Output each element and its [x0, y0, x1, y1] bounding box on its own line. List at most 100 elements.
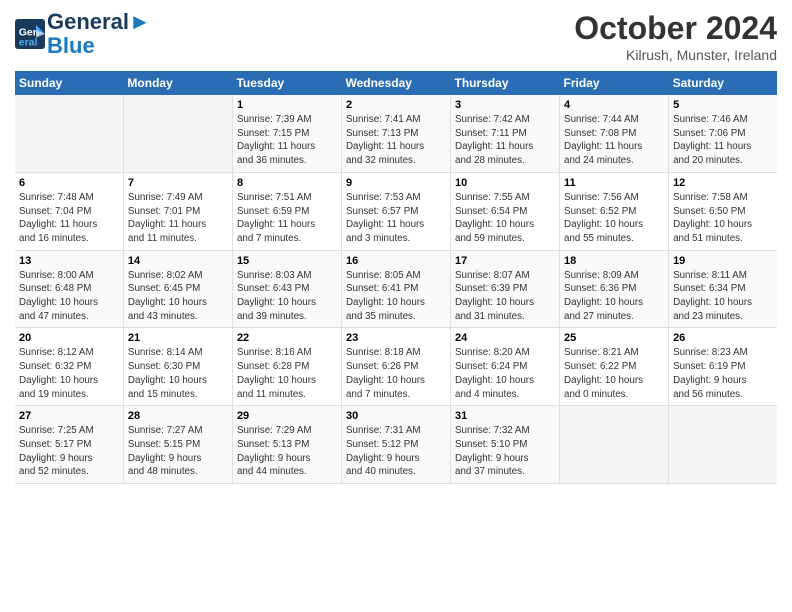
column-header-friday: Friday	[560, 71, 669, 95]
calendar-cell: 14 Sunrise: 8:02 AM Sunset: 6:45 PM Dayli…	[123, 250, 232, 328]
day-number: 22	[237, 332, 337, 344]
cell-content: Sunrise: 7:53 AM Sunset: 6:57 PM Dayligh…	[346, 191, 446, 246]
day-number: 28	[128, 410, 228, 422]
calendar-cell: 16Sunrise: 8:05 AM Sunset: 6:41 PM Dayli…	[341, 250, 450, 328]
day-number: 12	[673, 177, 773, 189]
cell-content: Sunrise: 8:14 AM Sunset: 6:30 PM Dayligh…	[128, 346, 228, 401]
day-number: 29	[237, 410, 337, 422]
cell-content: Sunrise: 7:49 AM Sunset: 7:01 PM Dayligh…	[128, 191, 228, 246]
calendar-cell: 18 Sunrise: 8:09 AM Sunset: 6:36 PM Dayli…	[560, 250, 669, 328]
calendar-cell: 19 Sunrise: 8:11 AM Sunset: 6:34 PM Dayli…	[669, 250, 777, 328]
calendar-table: SundayMondayTuesdayWednesdayThursdayFrid…	[15, 71, 777, 484]
cell-content: Sunrise: 8:09 AM Sunset: 6:36 PM Dayligh…	[564, 269, 664, 324]
calendar-cell: 10Sunrise: 7:55 AM Sunset: 6:54 PM Dayli…	[451, 172, 560, 250]
cell-content: Sunrise: 7:58 AM Sunset: 6:50 PM Dayligh…	[673, 191, 773, 246]
day-number: 30	[346, 410, 446, 422]
cell-content: Sunrise: 8:00 AM Sunset: 6:48 PM Dayligh…	[19, 269, 119, 324]
calendar-week-1: 1 Sunrise: 7:39 AM Sunset: 7:15 PM Daylig…	[15, 95, 777, 172]
day-number: 1	[237, 99, 337, 111]
cell-content: Sunrise: 7:46 AM Sunset: 7:06 PM Dayligh…	[673, 113, 773, 168]
cell-content: Sunrise: 7:41 AM Sunset: 7:13 PM Dayligh…	[346, 113, 446, 168]
title-section: October 2024 Kilrush, Munster, Ireland	[574, 10, 777, 63]
day-number: 17	[455, 255, 555, 267]
day-number: 11	[564, 177, 664, 189]
calendar-cell: 22 Sunrise: 8:16 AM Sunset: 6:28 PM Dayli…	[232, 328, 341, 406]
cell-content: Sunrise: 8:18 AM Sunset: 6:26 PM Dayligh…	[346, 346, 446, 401]
calendar-cell: 2 Sunrise: 7:41 AM Sunset: 7:13 PM Daylig…	[341, 95, 450, 172]
day-number: 31	[455, 410, 555, 422]
day-number: 26	[673, 332, 773, 344]
calendar-cell: 24 Sunrise: 8:20 AM Sunset: 6:24 PM Dayli…	[451, 328, 560, 406]
column-header-saturday: Saturday	[669, 71, 777, 95]
day-number: 13	[19, 255, 119, 267]
calendar-week-2: 6Sunrise: 7:48 AM Sunset: 7:04 PM Daylig…	[15, 172, 777, 250]
svg-text:eral: eral	[19, 36, 38, 48]
month-title: October 2024	[574, 10, 777, 47]
cell-content: Sunrise: 8:07 AM Sunset: 6:39 PM Dayligh…	[455, 269, 555, 324]
day-number: 25	[564, 332, 664, 344]
column-header-sunday: Sunday	[15, 71, 123, 95]
calendar-cell: 8 Sunrise: 7:51 AM Sunset: 6:59 PM Daylig…	[232, 172, 341, 250]
calendar-cell: 25 Sunrise: 8:21 AM Sunset: 6:22 PM Dayli…	[560, 328, 669, 406]
day-number: 15	[237, 255, 337, 267]
calendar-cell	[15, 95, 123, 172]
calendar-cell: 4Sunrise: 7:44 AM Sunset: 7:08 PM Daylig…	[560, 95, 669, 172]
calendar-cell: 26 Sunrise: 8:23 AM Sunset: 6:19 PM Dayli…	[669, 328, 777, 406]
calendar-week-3: 13 Sunrise: 8:00 AM Sunset: 6:48 PM Dayli…	[15, 250, 777, 328]
cell-content: Sunrise: 7:42 AM Sunset: 7:11 PM Dayligh…	[455, 113, 555, 168]
cell-content: Sunrise: 8:03 AM Sunset: 6:43 PM Dayligh…	[237, 269, 337, 324]
cell-content: Sunrise: 7:48 AM Sunset: 7:04 PM Dayligh…	[19, 191, 119, 246]
day-number: 8	[237, 177, 337, 189]
cell-content: Sunrise: 8:23 AM Sunset: 6:19 PM Dayligh…	[673, 346, 773, 401]
calendar-week-5: 27Sunrise: 7:25 AM Sunset: 5:17 PM Dayli…	[15, 406, 777, 484]
day-number: 19	[673, 255, 773, 267]
calendar-cell: 15 Sunrise: 8:03 AM Sunset: 6:43 PM Dayli…	[232, 250, 341, 328]
day-number: 27	[19, 410, 119, 422]
calendar-cell	[123, 95, 232, 172]
calendar-cell	[669, 406, 777, 484]
calendar-cell: 27Sunrise: 7:25 AM Sunset: 5:17 PM Dayli…	[15, 406, 123, 484]
calendar-cell: 7 Sunrise: 7:49 AM Sunset: 7:01 PM Daylig…	[123, 172, 232, 250]
calendar-cell: 6Sunrise: 7:48 AM Sunset: 7:04 PM Daylig…	[15, 172, 123, 250]
calendar-cell: 28 Sunrise: 7:27 AM Sunset: 5:15 PM Dayli…	[123, 406, 232, 484]
calendar-cell	[560, 406, 669, 484]
cell-content: Sunrise: 7:32 AM Sunset: 5:10 PM Dayligh…	[455, 424, 555, 479]
calendar-cell: 31 Sunrise: 7:32 AM Sunset: 5:10 PM Dayli…	[451, 406, 560, 484]
location: Kilrush, Munster, Ireland	[574, 47, 777, 63]
day-number: 24	[455, 332, 555, 344]
day-number: 9	[346, 177, 446, 189]
day-number: 20	[19, 332, 119, 344]
cell-content: Sunrise: 8:20 AM Sunset: 6:24 PM Dayligh…	[455, 346, 555, 401]
day-number: 2	[346, 99, 446, 111]
cell-content: Sunrise: 7:51 AM Sunset: 6:59 PM Dayligh…	[237, 191, 337, 246]
day-number: 7	[128, 177, 228, 189]
cell-content: Sunrise: 7:56 AM Sunset: 6:52 PM Dayligh…	[564, 191, 664, 246]
calendar-cell: 23 Sunrise: 8:18 AM Sunset: 6:26 PM Dayli…	[341, 328, 450, 406]
calendar-week-4: 20 Sunrise: 8:12 AM Sunset: 6:32 PM Dayli…	[15, 328, 777, 406]
day-number: 14	[128, 255, 228, 267]
cell-content: Sunrise: 8:02 AM Sunset: 6:45 PM Dayligh…	[128, 269, 228, 324]
column-header-thursday: Thursday	[451, 71, 560, 95]
calendar-cell: 30 Sunrise: 7:31 AM Sunset: 5:12 PM Dayli…	[341, 406, 450, 484]
column-header-wednesday: Wednesday	[341, 71, 450, 95]
calendar-cell: 20 Sunrise: 8:12 AM Sunset: 6:32 PM Dayli…	[15, 328, 123, 406]
cell-content: Sunrise: 8:11 AM Sunset: 6:34 PM Dayligh…	[673, 269, 773, 324]
cell-content: Sunrise: 7:27 AM Sunset: 5:15 PM Dayligh…	[128, 424, 228, 479]
cell-content: Sunrise: 8:21 AM Sunset: 6:22 PM Dayligh…	[564, 346, 664, 401]
cell-content: Sunrise: 7:44 AM Sunset: 7:08 PM Dayligh…	[564, 113, 664, 168]
calendar-cell: 13 Sunrise: 8:00 AM Sunset: 6:48 PM Dayli…	[15, 250, 123, 328]
cell-content: Sunrise: 8:16 AM Sunset: 6:28 PM Dayligh…	[237, 346, 337, 401]
day-number: 21	[128, 332, 228, 344]
calendar-cell: 5Sunrise: 7:46 AM Sunset: 7:06 PM Daylig…	[669, 95, 777, 172]
page-container: Gen eral General► Blue October 2024 Kilr…	[0, 0, 792, 489]
header: Gen eral General► Blue October 2024 Kilr…	[15, 10, 777, 63]
cell-content: Sunrise: 8:12 AM Sunset: 6:32 PM Dayligh…	[19, 346, 119, 401]
logo: Gen eral General► Blue	[15, 10, 151, 58]
day-number: 23	[346, 332, 446, 344]
day-number: 10	[455, 177, 555, 189]
cell-content: Sunrise: 7:39 AM Sunset: 7:15 PM Dayligh…	[237, 113, 337, 168]
day-number: 16	[346, 255, 446, 267]
day-number: 18	[564, 255, 664, 267]
logo-icon: Gen eral	[15, 19, 45, 49]
cell-content: Sunrise: 7:31 AM Sunset: 5:12 PM Dayligh…	[346, 424, 446, 479]
